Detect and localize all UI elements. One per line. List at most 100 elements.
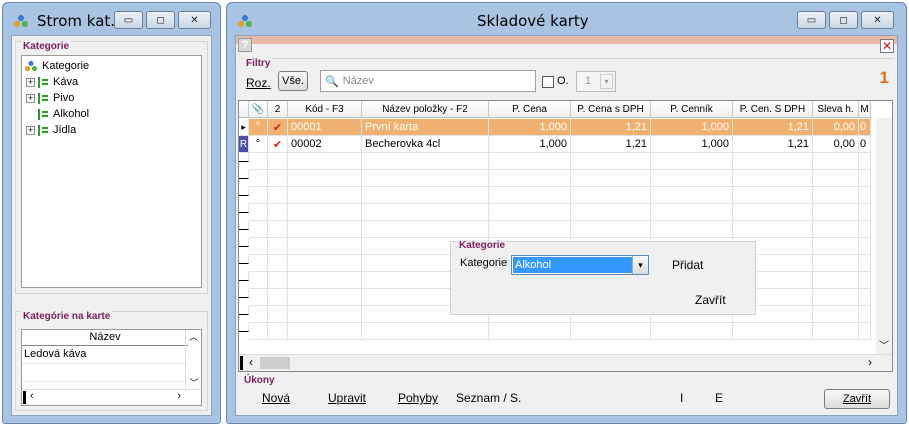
- expand-icon[interactable]: +: [26, 125, 35, 135]
- kategorie-select[interactable]: Alkohol ▾: [511, 255, 649, 275]
- empty-cell: [362, 153, 489, 170]
- expand-icon[interactable]: +: [26, 77, 35, 87]
- checkmark-icon[interactable]: ✔: [268, 119, 288, 136]
- scroll-thumb[interactable]: [23, 391, 26, 404]
- cell-p-cena-dph[interactable]: 1,21: [571, 119, 651, 136]
- cell-sleva[interactable]: 0,00: [813, 136, 859, 153]
- table-row[interactable]: R ° ✔ 00002 Becherovka 4cl 1,000 1,21 1,…: [239, 136, 871, 153]
- tree-item-kava[interactable]: + Káva: [26, 74, 78, 90]
- nova-button[interactable]: Nová: [262, 391, 290, 405]
- column-header-nazev[interactable]: Název položky - F2: [362, 101, 489, 118]
- scroll-down-icon[interactable]: ﹀: [186, 376, 202, 389]
- scroll-left-icon[interactable]: ‹: [249, 355, 253, 369]
- scroll-down-icon[interactable]: ﹀: [879, 337, 889, 352]
- cell-p-cena[interactable]: 1,000: [489, 119, 571, 136]
- scroll-right-icon[interactable]: ›: [868, 355, 872, 369]
- empty-cell: [813, 221, 859, 238]
- spin-select[interactable]: 1 ▾: [576, 71, 616, 92]
- items-grid[interactable]: 📎 2 Kód - F3 Název položky - F2 P. Cena …: [238, 100, 893, 372]
- vertical-scrollbar[interactable]: ︿ ﹀: [185, 330, 201, 389]
- right-titlebar[interactable]: Skladové karty ▭ ◻ ✕: [227, 3, 906, 37]
- tree-item-alkohol[interactable]: Alkohol: [38, 106, 89, 122]
- cell-p-cen-dph[interactable]: 1,21: [733, 119, 813, 136]
- column-header-p-cena[interactable]: P. Cena: [489, 101, 571, 118]
- vertical-scrollbar[interactable]: ﹀: [876, 118, 892, 354]
- cell-kod[interactable]: 00002: [288, 136, 362, 153]
- category-tree[interactable]: Kategorie + Káva + Pivo Alkohol + Jídla: [21, 55, 202, 288]
- app-logo-icon: [238, 15, 252, 27]
- zavrit-button[interactable]: Zavřít: [824, 389, 890, 409]
- expand-icon[interactable]: +: [26, 93, 35, 103]
- scroll-thumb[interactable]: [240, 356, 243, 370]
- checkmark-icon[interactable]: ✔: [268, 136, 288, 153]
- tree-item-jidla[interactable]: + Jídla: [26, 122, 76, 138]
- cell-nazev[interactable]: Becherovka 4cl: [362, 136, 489, 153]
- e-button[interactable]: E: [715, 391, 723, 405]
- tree-item-root[interactable]: Kategorie: [24, 58, 89, 74]
- cell-p-cen-dph[interactable]: 1,21: [733, 136, 813, 153]
- cell-m[interactable]: 0: [859, 136, 871, 153]
- seznam-button[interactable]: Seznam / S.: [456, 391, 521, 405]
- empty-cell: [733, 221, 813, 238]
- column-header-p-cen-dph[interactable]: P. Cen. S DPH: [733, 101, 813, 118]
- empty-cell: [651, 153, 733, 170]
- karte-column-header[interactable]: Název: [22, 330, 188, 346]
- help-icon[interactable]: ?: [238, 38, 252, 52]
- cell-p-cena-dph[interactable]: 1,21: [571, 136, 651, 153]
- upravit-button[interactable]: Upravit: [328, 391, 366, 405]
- cell-p-cennik[interactable]: 1,000: [651, 119, 733, 136]
- close-button[interactable]: ✕: [861, 11, 894, 29]
- clear-filter-icon[interactable]: ✕: [880, 39, 894, 53]
- karte-list[interactable]: Název Ledová káva ︿ ﹀ ‹ ›: [21, 329, 202, 406]
- cell-p-cena[interactable]: 1,000: [489, 136, 571, 153]
- search-input[interactable]: 🔍 Název: [320, 70, 536, 92]
- empty-cell: [859, 306, 871, 323]
- maximize-button[interactable]: ◻: [146, 11, 175, 29]
- chevron-down-icon[interactable]: ▾: [632, 256, 648, 274]
- i-button[interactable]: I: [680, 391, 683, 405]
- empty-cell: [859, 187, 871, 204]
- empty-cell: [733, 153, 813, 170]
- left-titlebar[interactable]: Strom kat... ▭ ◻ ✕: [3, 3, 220, 37]
- empty-cell: [859, 238, 871, 255]
- horizontal-scrollbar[interactable]: ‹ ›: [22, 389, 201, 405]
- column-header-p-cennik[interactable]: P. Cenník: [651, 101, 733, 118]
- minimize-button[interactable]: ▭: [797, 11, 826, 29]
- empty-cell: [288, 153, 362, 170]
- tree-item-pivo[interactable]: + Pivo: [26, 90, 74, 106]
- cell-kod[interactable]: 00001: [288, 119, 362, 136]
- column-header-kod[interactable]: Kód - F3: [288, 101, 362, 118]
- column-header-p-cena-dph[interactable]: P. Cena s DPH: [571, 101, 651, 118]
- row-flag: °: [249, 136, 268, 153]
- scroll-up-icon[interactable]: ︿: [186, 330, 201, 343]
- empty-cell: [859, 289, 871, 306]
- horizontal-scrollbar[interactable]: ‹ ›: [239, 354, 892, 371]
- column-header-m[interactable]: M: [859, 101, 871, 118]
- cell-p-cennik[interactable]: 1,000: [651, 136, 733, 153]
- pridat-button[interactable]: Přidat: [672, 258, 703, 272]
- maximize-button[interactable]: ◻: [829, 11, 858, 29]
- cell-sleva[interactable]: 0,00: [813, 119, 859, 136]
- close-button[interactable]: ✕: [178, 11, 211, 29]
- search-placeholder: Název: [342, 75, 374, 87]
- o-checkbox[interactable]: [542, 76, 554, 88]
- popup-close-button[interactable]: Zavřít: [695, 293, 726, 307]
- column-header-attachment[interactable]: 📎: [249, 101, 268, 118]
- empty-cell: [813, 255, 859, 272]
- pohyby-button[interactable]: Pohyby: [398, 391, 438, 405]
- table-row[interactable]: ▸ ° ✔ 00001 První karta 1,000 1,21 1,000…: [239, 119, 871, 136]
- vse-button[interactable]: Vše.: [278, 71, 308, 91]
- list-item[interactable]: Ledová káva: [22, 346, 188, 364]
- chevron-down-icon[interactable]: ▾: [600, 74, 613, 89]
- cell-m[interactable]: 0: [859, 119, 871, 136]
- minimize-button[interactable]: ▭: [114, 11, 143, 29]
- scroll-track-thumb[interactable]: [260, 357, 290, 369]
- scroll-right-icon[interactable]: ›: [177, 390, 181, 402]
- column-header-sleva[interactable]: Sleva h.: [813, 101, 859, 118]
- column-header-2[interactable]: 2: [268, 101, 288, 118]
- roz-label[interactable]: Roz.: [246, 76, 271, 90]
- empty-table-row: [239, 170, 871, 187]
- empty-cell: [859, 153, 871, 170]
- cell-nazev[interactable]: První karta: [362, 119, 489, 136]
- scroll-left-icon[interactable]: ‹: [30, 390, 34, 402]
